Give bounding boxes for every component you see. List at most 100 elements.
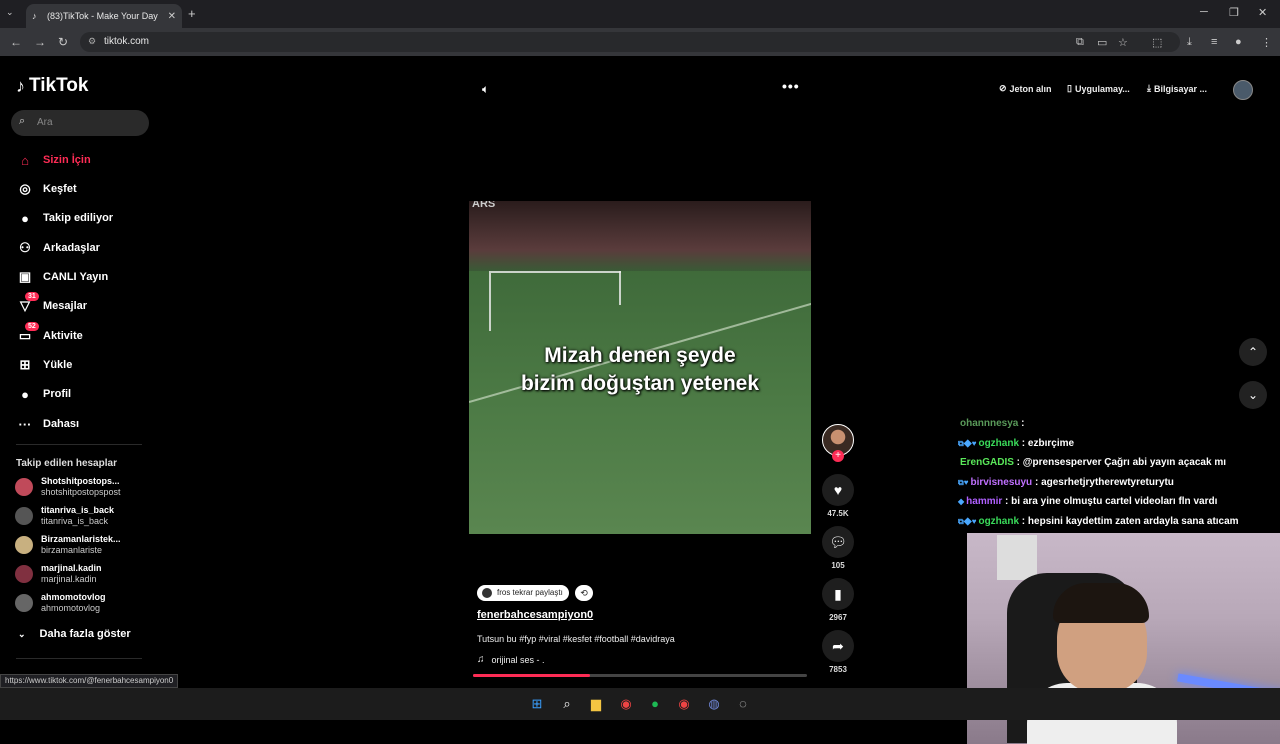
url-input[interactable]: ⚙ tiktok.com [80, 32, 1180, 52]
follow-plus-icon[interactable]: + [832, 450, 844, 462]
sidebar-item-9[interactable]: ··· Dahası [16, 415, 80, 433]
sidebar-item-6[interactable]: ▭ 52 Aktivite [16, 322, 83, 345]
chrome-icon[interactable]: ◉ [618, 696, 634, 712]
video-description: Tutsun bu #fyp #viral #kesfet #football … [477, 634, 675, 644]
media-icon[interactable]: ≡ [1211, 36, 1217, 48]
music-title: orijinal ses - . [491, 654, 545, 665]
chevron-down-icon: ⌄ [18, 628, 26, 639]
account-name: Shotshitpostops... [41, 476, 120, 486]
chat-username: hammir [966, 496, 1003, 507]
browser-tab[interactable]: ♪ (83)TikTok - Make Your Day ✕ [26, 4, 182, 28]
bookmark-star-icon[interactable]: ☆ [1118, 36, 1128, 49]
account-names: Birzamanlaristek... birzamanlariste [41, 534, 121, 556]
install-app-icon[interactable]: ▭ [1097, 36, 1107, 49]
app-icon[interactable]: ◌ [735, 696, 751, 712]
stadium-crowd [469, 201, 811, 271]
search-input[interactable]: ⌕ Ara [11, 110, 149, 136]
get-app-label: Uygulamay... [1074, 83, 1130, 94]
chat-separator: : [1013, 457, 1023, 468]
reload-icon[interactable]: ↻ [58, 35, 68, 49]
show-more-button[interactable]: ⌄ Daha fazla göster [18, 628, 131, 640]
get-app-link[interactable]: ▯ Uygulamay... [1067, 83, 1130, 94]
next-video-button[interactable]: ⌄ [1239, 381, 1267, 409]
window-close-icon[interactable]: ✕ [1258, 6, 1267, 19]
restore-icon[interactable]: ❐ [1229, 6, 1239, 19]
sidebar-item-label: Takip ediliyor [43, 212, 114, 224]
chrome-active-icon[interactable]: ◉ [676, 696, 692, 712]
profile-icon[interactable]: ● [1235, 36, 1242, 48]
repost-label: fros tekrar paylaştı [497, 588, 563, 597]
sidebar-item-7[interactable]: ⊞ Yükle [16, 356, 73, 374]
save-button[interactable]: ▮ 2967 [822, 578, 854, 622]
account-avatar [15, 565, 33, 583]
tab-title: (83)TikTok - Make Your Day [47, 11, 158, 21]
comment-button[interactable]: 💬︎ 105 [822, 526, 854, 570]
following-account[interactable]: ahmomotovlog ahmomotovlog [15, 592, 106, 614]
sidebar-item-8[interactable]: ● Profil [16, 385, 71, 403]
chrome-menu-icon[interactable]: ⋮ [1261, 36, 1272, 49]
video-music[interactable]: ♫ orijinal ses - . [477, 654, 545, 665]
account-name: Birzamanlaristek... [41, 534, 121, 544]
sidebar-item-label: Profil [43, 388, 72, 400]
video-caption-overlay: Mizah denen şeyde bizim doğuştan yetenek [469, 342, 811, 398]
sidebar-item-4[interactable]: ▣ CANLI Yayın [16, 268, 108, 286]
video-author-link[interactable]: fenerbahcesampiyon0 [477, 609, 593, 621]
chat-username: ErenGADIS [960, 457, 1014, 468]
chat-separator: : [1002, 496, 1012, 507]
get-coins-link[interactable]: ⊘ Jeton alın [999, 83, 1052, 94]
following-account[interactable]: Shotshitpostops... shotshitpostopspost [15, 476, 121, 498]
windows-start-icon[interactable]: ⊞ [529, 696, 545, 712]
desktop-app-link[interactable]: ⤓ Bilgisayar ... [1147, 83, 1207, 94]
share-icon: ➦ [822, 630, 854, 662]
tab-search-icon[interactable]: ⌄ [6, 7, 14, 18]
chat-message: ⧉◆♥ ogzhank : ezbırçime [958, 438, 1276, 458]
video-progress-bar[interactable] [473, 674, 807, 677]
sidebar-item-label: Keşfet [43, 183, 77, 195]
sidebar-item-1[interactable]: ◎ Keşfet [16, 180, 77, 198]
like-button[interactable]: ♥ 47.5K [822, 474, 854, 518]
goal-line [491, 271, 621, 273]
volume-icon[interactable]: 🔈︎ [482, 82, 489, 97]
scoreboard-label: ARS [472, 201, 496, 210]
chat-username: ogzhank [978, 515, 1020, 527]
download-icon[interactable]: ⤓ [1187, 36, 1192, 49]
extensions-icon[interactable]: ⬚ [1152, 36, 1162, 49]
chat-separator: : [1019, 437, 1028, 449]
streamer-hair [1053, 583, 1149, 623]
following-account[interactable]: marjinal.kadin marjinal.kadin [15, 563, 102, 585]
sidebar-item-3[interactable]: ⚇ Arkadaşlar [16, 239, 100, 257]
repost-badge[interactable]: fros tekrar paylaştı [477, 585, 569, 601]
following-account[interactable]: titanriva_is_back titanriva_is_back [15, 505, 114, 527]
video-player[interactable]: ARS Mizah denen şeyde bizim doğuştan yet… [469, 201, 811, 534]
translate-icon[interactable]: ⧉ [1076, 36, 1084, 49]
taskbar-search-icon[interactable]: ⌕ [559, 696, 575, 712]
chat-text: @prensesperver Çağrı abi yayın açacak mı [1022, 457, 1226, 468]
discord-icon[interactable]: ◍ [706, 696, 722, 712]
minimize-icon[interactable]: ─ [1200, 6, 1208, 18]
sidebar-item-5[interactable]: ▽ 31 Mesajlar [16, 292, 87, 315]
following-account[interactable]: Birzamanlaristek... birzamanlariste [15, 534, 121, 556]
site-info-icon[interactable]: ⚙ [88, 36, 96, 47]
tiktok-logo[interactable]: ♪ TikTok [16, 75, 88, 97]
logo-text: TikTok [29, 75, 89, 96]
share-button[interactable]: ➦ 7853 [822, 630, 854, 674]
repost-icon[interactable]: ⟲ [575, 585, 593, 601]
tab-close-icon[interactable]: ✕ [168, 11, 176, 22]
user-avatar[interactable] [1233, 80, 1253, 100]
tiktok-page: ♪ TikTok ⌕ Ara ⌂ Sizin İçin ◎ Keşfet ● Takip … [0, 56, 1280, 744]
forward-icon[interactable]: → [34, 35, 46, 49]
video-progress-fill [473, 674, 590, 677]
chevron-down-icon: ⌄ [1247, 388, 1259, 402]
upload-icon: ⊞ [19, 357, 31, 372]
back-icon[interactable]: ← [10, 35, 22, 49]
chat-message: ⧉♥ birvisnesuyu : agesrhetjrytherewtyretu… [958, 477, 1276, 497]
spotify-icon[interactable]: ● [647, 696, 663, 712]
account-names: marjinal.kadin marjinal.kadin [41, 563, 102, 585]
more-options-icon[interactable]: ••• [782, 78, 800, 94]
sidebar-item-2[interactable]: ● Takip ediliyor [16, 209, 113, 227]
comment-count: 105 [831, 561, 845, 570]
sidebar-item-0[interactable]: ⌂ Sizin İçin [16, 151, 91, 169]
file-explorer-icon[interactable]: ▆ [588, 696, 604, 712]
new-tab-button[interactable]: + [188, 6, 196, 21]
previous-video-button[interactable]: ⌃ [1239, 338, 1267, 366]
